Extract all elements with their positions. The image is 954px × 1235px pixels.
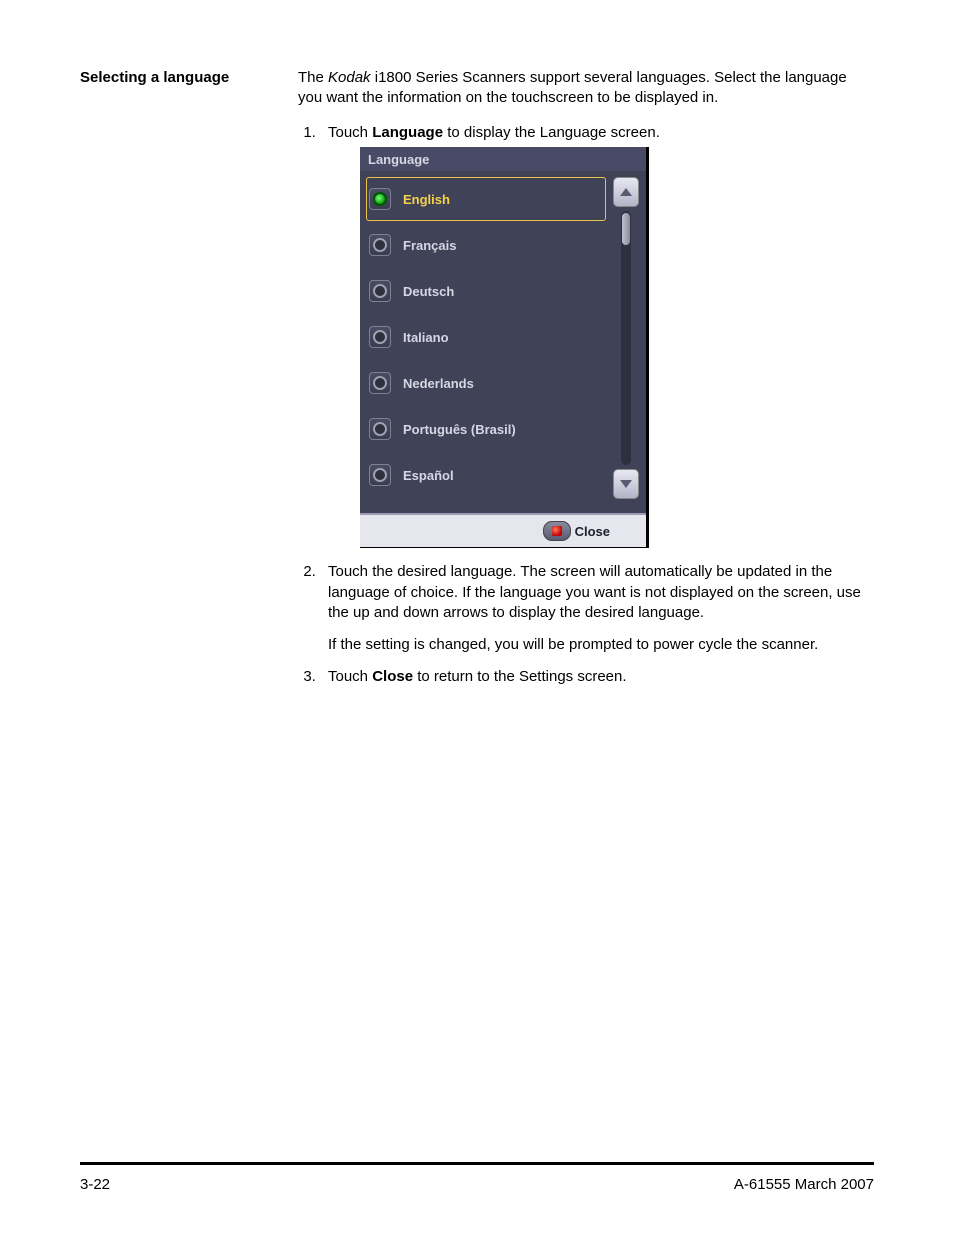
touchscreen-body: English Français Deutsch [360,171,646,513]
language-label: English [403,191,450,209]
footer-right: A-61555 March 2007 [734,1176,874,1193]
language-option-deutsch[interactable]: Deutsch [366,269,606,313]
chevron-down-icon [620,480,632,488]
footer-rule [80,1162,874,1165]
step-3: Touch Close to return to the Settings sc… [320,667,874,687]
intro-pre: The [298,69,328,86]
chevron-up-icon [620,188,632,196]
language-label: Deutsch [403,283,454,301]
language-list: English Français Deutsch [366,177,610,499]
step3-pre: Touch [328,668,372,685]
radio-icon [369,280,391,302]
language-label: Italiano [403,329,449,347]
step2-sub: If the setting is changed, you will be p… [328,635,874,655]
step3-post: to return to the Settings screen. [413,668,626,685]
language-label: Español [403,467,454,485]
close-icon [543,521,571,541]
language-option-francais[interactable]: Français [366,223,606,267]
close-label: Close [575,523,610,541]
language-option-english[interactable]: English [366,177,606,221]
close-button[interactable]: Close [543,521,640,541]
intro-italic: Kodak [328,69,371,86]
scroll-track[interactable] [621,211,631,465]
language-option-italiano[interactable]: Italiano [366,315,606,359]
language-label: Français [403,237,456,255]
touchscreen-title: Language [360,147,646,172]
step1-bold: Language [372,124,443,141]
scroll-up-button[interactable] [613,177,639,207]
step-1: Touch Language to display the Language s… [320,123,874,549]
language-option-nederlands[interactable]: Nederlands [366,361,606,405]
language-label: Nederlands [403,375,474,393]
language-label: Português (Brasil) [403,421,516,439]
radio-icon [369,464,391,486]
step2-text: Touch the desired language. The screen w… [328,563,861,621]
intro-paragraph: The Kodak i1800 Series Scanners support … [298,68,874,109]
radio-icon [369,188,391,210]
scrollbar [610,177,642,499]
section-heading: Selecting a language [80,68,298,88]
radio-icon [369,234,391,256]
language-option-espanol[interactable]: Español [366,453,606,497]
step1-pre: Touch [328,124,372,141]
language-touchscreen: Language English Français [360,147,649,549]
radio-icon [369,326,391,348]
footer-left: 3-22 [80,1176,110,1193]
step-2: Touch the desired language. The screen w… [320,562,874,655]
touchscreen-footer: Close [360,513,646,547]
radio-icon [369,418,391,440]
page-footer: 3-22 A-61555 March 2007 [80,1176,874,1193]
scroll-down-button[interactable] [613,469,639,499]
language-option-portugues[interactable]: Português (Brasil) [366,407,606,451]
intro-post: i1800 Series Scanners support several la… [298,69,847,106]
step3-bold: Close [372,668,413,685]
step1-post: to display the Language screen. [443,124,660,141]
scroll-thumb[interactable] [622,213,630,245]
radio-icon [369,372,391,394]
